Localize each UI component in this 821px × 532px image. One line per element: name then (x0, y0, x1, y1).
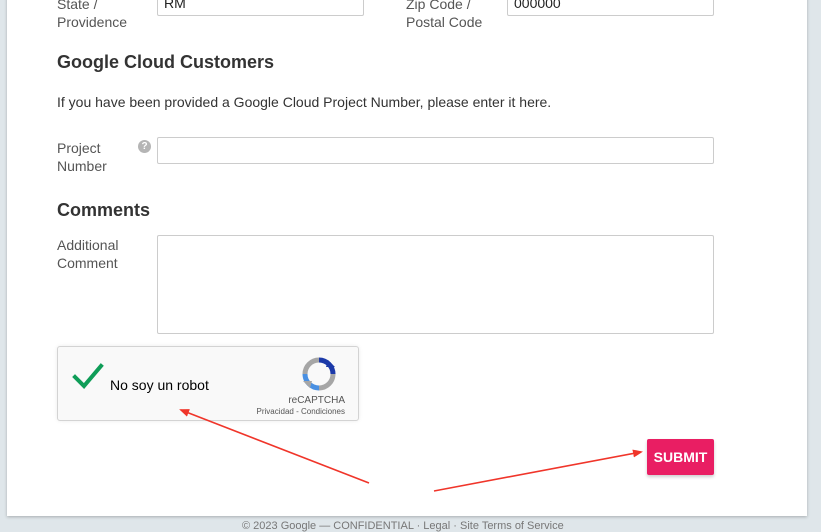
annotation-arrows (179, 409, 643, 492)
arrow-to-recaptcha (179, 409, 370, 484)
arrow-to-submit (433, 449, 643, 492)
